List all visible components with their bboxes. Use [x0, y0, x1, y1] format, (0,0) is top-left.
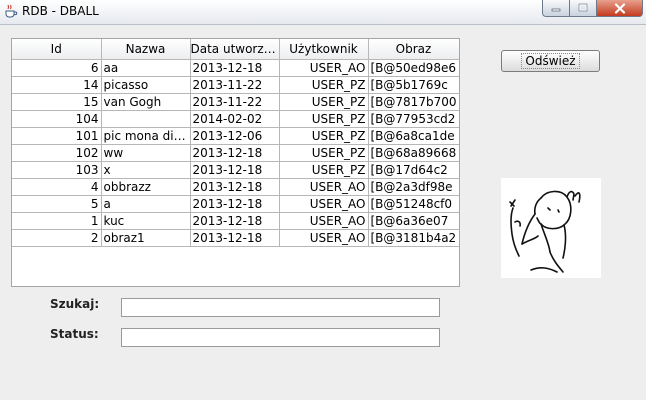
- column-header-uzytkownik[interactable]: Użytkownik: [279, 39, 369, 60]
- cell-id[interactable]: 14: [12, 76, 102, 94]
- cell-data-utworzenia[interactable]: 2013-11-22: [190, 76, 280, 94]
- cell-id[interactable]: 102: [12, 144, 102, 162]
- cell-data-utworzenia[interactable]: 2013-12-18: [190, 212, 280, 230]
- cell-obraz[interactable]: [B@68a89668: [368, 144, 459, 162]
- cell-obraz[interactable]: [B@3181b4a2: [368, 229, 459, 247]
- cell-nazwa[interactable]: kuc: [101, 212, 191, 230]
- title-bar: RDB - DBALL: [0, 0, 646, 25]
- table-row[interactable]: 104 2014-02-02 USER_PZ [B@77953cd2: [12, 110, 459, 128]
- cell-obraz[interactable]: [B@7817b700: [368, 93, 459, 111]
- cell-uzytkownik[interactable]: USER_PZ: [279, 161, 369, 179]
- refresh-button-label: Odśwież: [521, 53, 580, 69]
- cell-nazwa[interactable]: aa: [101, 59, 191, 77]
- cell-uzytkownik[interactable]: USER_PZ: [279, 76, 369, 94]
- table-row[interactable]: 14 picasso 2013-11-22 USER_PZ [B@5b1769c: [12, 76, 459, 94]
- image-preview-sketch: [509, 190, 581, 273]
- cell-uzytkownik[interactable]: USER_PZ: [279, 144, 369, 162]
- cell-data-utworzenia[interactable]: 2013-12-18: [190, 144, 280, 162]
- cell-uzytkownik[interactable]: USER_AO: [279, 229, 369, 247]
- status-label: Status:: [50, 327, 99, 341]
- close-icon: [614, 2, 625, 14]
- image-preview: [501, 178, 601, 278]
- column-header-id[interactable]: Id: [12, 39, 102, 60]
- cell-data-utworzenia[interactable]: 2013-12-18: [190, 229, 280, 247]
- cell-uzytkownik[interactable]: USER_AO: [279, 195, 369, 213]
- close-button[interactable]: [596, 0, 643, 17]
- cell-data-utworzenia[interactable]: 2013-12-18: [190, 195, 280, 213]
- cell-data-utworzenia[interactable]: 2014-02-02: [190, 110, 280, 128]
- search-input[interactable]: [121, 298, 440, 317]
- java-cup-icon: [3, 4, 18, 19]
- cell-id[interactable]: 104: [12, 110, 102, 128]
- cell-data-utworzenia[interactable]: 2013-11-22: [190, 93, 280, 111]
- cell-id[interactable]: 103: [12, 161, 102, 179]
- cell-obraz[interactable]: [B@77953cd2: [368, 110, 459, 128]
- table-row[interactable]: 4 obbrazz 2013-12-18 USER_AO [B@2a3df98e: [12, 178, 459, 196]
- records-table: Id Nazwa Data utworzen... Użytkownik Obr…: [12, 39, 459, 247]
- cell-obraz[interactable]: [B@17d64c2: [368, 161, 459, 179]
- cell-nazwa[interactable]: pic mona dies...: [101, 127, 191, 145]
- search-label: Szukaj:: [50, 297, 100, 311]
- cell-data-utworzenia[interactable]: 2013-12-18: [190, 161, 280, 179]
- refresh-button[interactable]: Odśwież: [501, 50, 600, 72]
- column-header-nazwa[interactable]: Nazwa: [101, 39, 191, 60]
- column-header-obraz[interactable]: Obraz: [368, 39, 459, 60]
- cell-nazwa[interactable]: [101, 110, 191, 128]
- cell-nazwa[interactable]: van Gogh: [101, 93, 191, 111]
- table-row[interactable]: 15 van Gogh 2013-11-22 USER_PZ [B@7817b700: [12, 93, 459, 111]
- cell-obraz[interactable]: [B@51248cf0: [368, 195, 459, 213]
- cell-uzytkownik[interactable]: USER_PZ: [279, 110, 369, 128]
- table-row[interactable]: 5 a 2013-12-18 USER_AO [B@51248cf0: [12, 195, 459, 213]
- cell-nazwa[interactable]: ww: [101, 144, 191, 162]
- cell-nazwa[interactable]: picasso: [101, 76, 191, 94]
- minimize-button[interactable]: [542, 0, 570, 17]
- cell-nazwa[interactable]: x: [101, 161, 191, 179]
- window-title: RDB - DBALL: [22, 4, 99, 18]
- cell-data-utworzenia[interactable]: 2013-12-18: [190, 178, 280, 196]
- table-row[interactable]: 103 x 2013-12-18 USER_PZ [B@17d64c2: [12, 161, 459, 179]
- maximize-icon: [578, 3, 588, 12]
- cell-data-utworzenia[interactable]: 2013-12-18: [190, 59, 280, 77]
- minimize-icon: [551, 8, 561, 12]
- cell-id[interactable]: 2: [12, 229, 102, 247]
- table-header-row: Id Nazwa Data utworzen... Użytkownik Obr…: [12, 39, 459, 60]
- cell-id[interactable]: 15: [12, 93, 102, 111]
- cell-obraz[interactable]: [B@50ed98e6: [368, 59, 459, 77]
- cell-id[interactable]: 101: [12, 127, 102, 145]
- cell-id[interactable]: 6: [12, 59, 102, 77]
- cell-nazwa[interactable]: obbrazz: [101, 178, 191, 196]
- cell-obraz[interactable]: [B@5b1769c: [368, 76, 459, 94]
- cell-id[interactable]: 4: [12, 178, 102, 196]
- cell-obraz[interactable]: [B@6a36e07: [368, 212, 459, 230]
- table-row[interactable]: 101 pic mona dies... 2013-12-06 USER_PZ [B@6…: [12, 127, 459, 145]
- column-header-data-utworzenia[interactable]: Data utworzen...: [190, 39, 280, 60]
- cell-nazwa[interactable]: obraz1: [101, 229, 191, 247]
- cell-uzytkownik[interactable]: USER_AO: [279, 59, 369, 77]
- cell-id[interactable]: 5: [12, 195, 102, 213]
- cell-uzytkownik[interactable]: USER_PZ: [279, 93, 369, 111]
- records-table-scroll-pane[interactable]: Id Nazwa Data utworzen... Użytkownik Obr…: [11, 38, 460, 287]
- cell-uzytkownik[interactable]: USER_AO: [279, 212, 369, 230]
- table-row[interactable]: 1 kuc 2013-12-18 USER_AO [B@6a36e07: [12, 212, 459, 230]
- table-row[interactable]: 2 obraz1 2013-12-18 USER_AO [B@3181b4a2: [12, 229, 459, 247]
- maximize-button[interactable]: [569, 0, 597, 17]
- table-row[interactable]: 6 aa 2013-12-18 USER_AO [B@50ed98e6: [12, 59, 459, 77]
- table-row[interactable]: 102 ww 2013-12-18 USER_PZ [B@68a89668: [12, 144, 459, 162]
- cell-nazwa[interactable]: a: [101, 195, 191, 213]
- cell-obraz[interactable]: [B@6a8ca1de: [368, 127, 459, 145]
- status-field[interactable]: [121, 328, 440, 347]
- cell-obraz[interactable]: [B@2a3df98e: [368, 178, 459, 196]
- cell-id[interactable]: 1: [12, 212, 102, 230]
- table-body: 6 aa 2013-12-18 USER_AO [B@50ed98e6 14 picasso…: [12, 59, 459, 247]
- cell-uzytkownik[interactable]: USER_AO: [279, 178, 369, 196]
- cell-uzytkownik[interactable]: USER_PZ: [279, 127, 369, 145]
- cell-data-utworzenia[interactable]: 2013-12-06: [190, 127, 280, 145]
